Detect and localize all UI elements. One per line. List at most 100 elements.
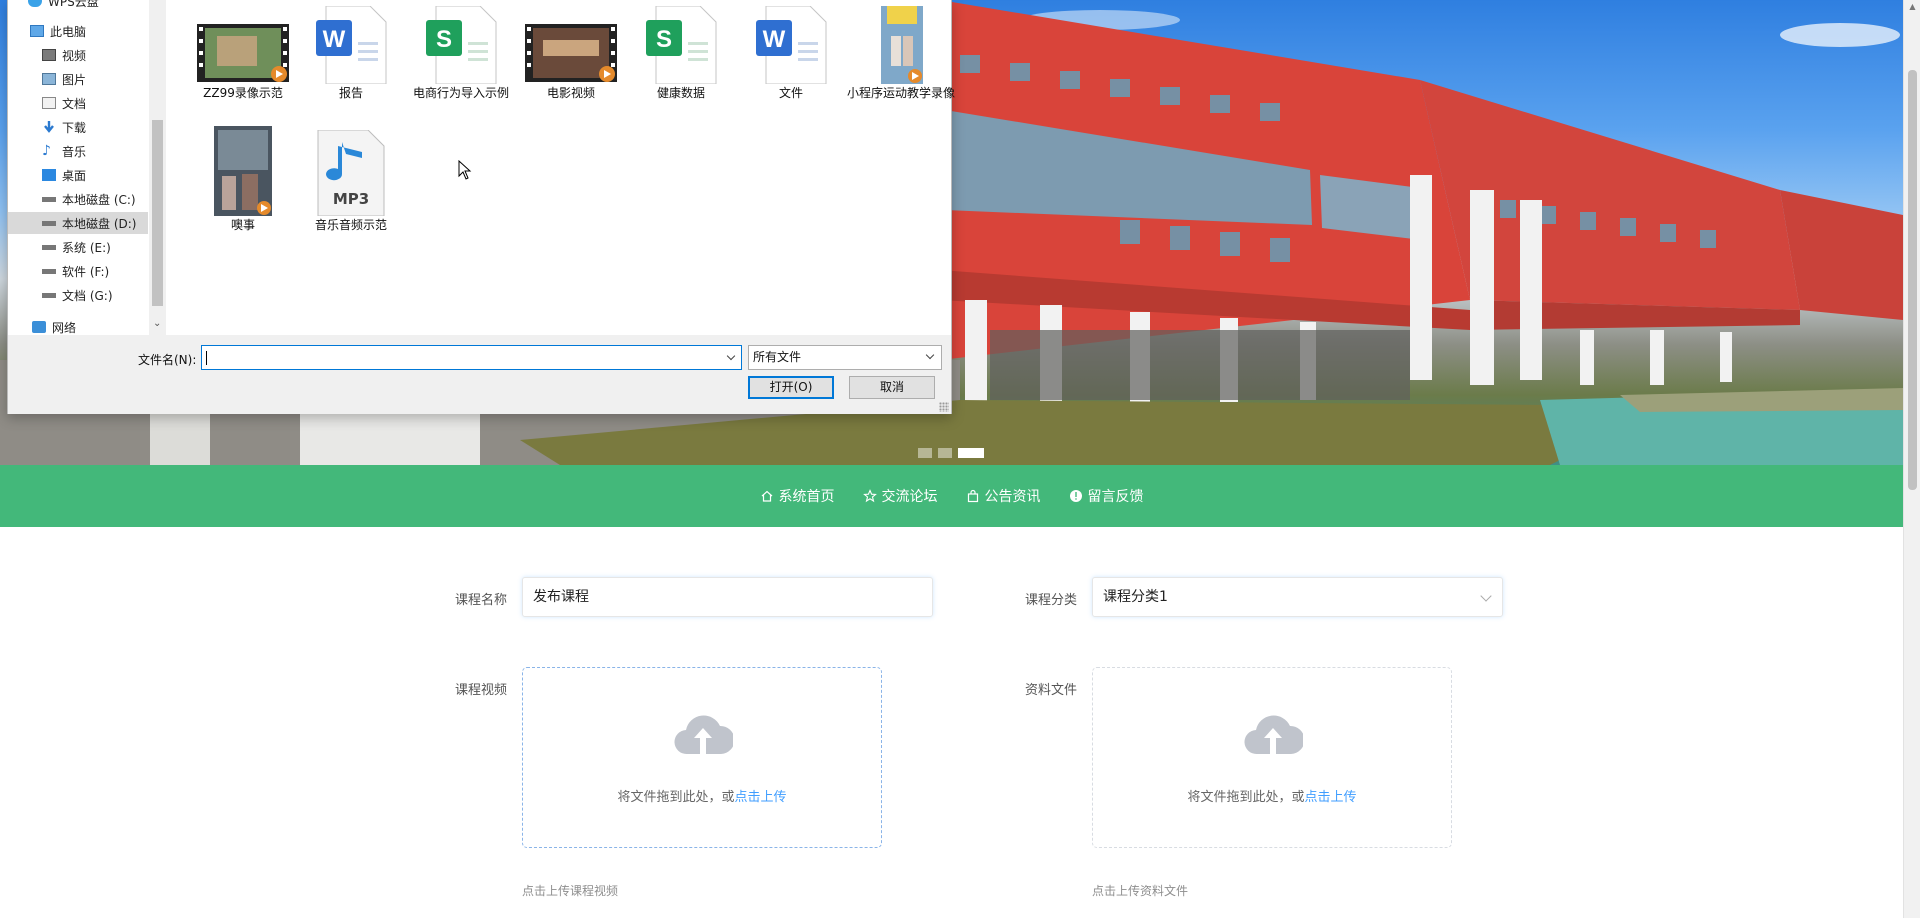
tree-item-label: 音乐 (62, 144, 87, 159)
tree-item-drive-f[interactable]: 软件 (F:) (8, 260, 148, 282)
word-file-icon: W (756, 6, 827, 84)
tree-item-this-pc[interactable]: 此电脑 (8, 20, 148, 42)
tree-item-label: 本地磁盘 (D:) (62, 216, 137, 231)
nav-item-label: 交流论坛 (881, 489, 938, 505)
tree-item-videos[interactable]: 视频 (8, 44, 148, 66)
cloud-upload-icon (674, 715, 733, 755)
pictures-folder-icon (42, 73, 56, 85)
file-item[interactable]: S 电商行为导入示例 (406, 6, 516, 101)
tree-scrollbar-thumb[interactable] (152, 120, 163, 306)
click-upload-link[interactable]: 点击上传 (735, 790, 787, 805)
main-nav: 系统首页 交流论坛 公告资讯 留言反馈 (0, 465, 1903, 527)
file-type-value: 所有文件 (753, 350, 802, 364)
page-scrollbar[interactable]: ▲ (1903, 0, 1920, 918)
download-icon (42, 121, 56, 133)
file-name: 音乐音频示范 (314, 218, 387, 232)
video-file-icon (197, 24, 289, 82)
open-button[interactable]: 打开(O) (748, 376, 834, 399)
video-upload-tip: 点击上传课程视频 (522, 884, 619, 898)
mp3-file-icon: MP3 (317, 130, 385, 216)
tree-item-drive-d[interactable]: 本地磁盘 (D:) (8, 212, 148, 234)
carousel-dots (918, 448, 984, 458)
file-item[interactable]: W 报告 (296, 6, 406, 101)
drive-icon (42, 220, 56, 226)
scroll-up-icon[interactable]: ▲ (1908, 2, 1917, 14)
tree-item-label: 此电脑 (50, 24, 87, 39)
course-category-label: 课程分类 (1025, 593, 1078, 608)
mouse-cursor-icon (458, 160, 472, 180)
tree-item-pictures[interactable]: 图片 (8, 68, 148, 90)
drive-icon (42, 268, 56, 274)
sheet-letter: S (656, 26, 672, 53)
tree-item-drive-g[interactable]: 文档 (G:) (8, 284, 148, 306)
tree-item-downloads[interactable]: 下载 (8, 116, 148, 138)
tree-item-label: 下载 (62, 120, 87, 135)
nav-item-label: 公告资讯 (984, 489, 1041, 505)
file-type-select[interactable]: 所有文件 (748, 345, 942, 370)
tree-item-label: 网络 (52, 320, 77, 335)
star-icon (862, 489, 877, 503)
tree-item-drive-c[interactable]: 本地磁盘 (C:) (8, 188, 148, 210)
word-file-icon: W (316, 6, 387, 84)
material-file-label: 资料文件 (1025, 683, 1078, 698)
info-icon (1069, 490, 1082, 502)
cloud-upload-icon (1244, 715, 1303, 755)
chevron-down-icon[interactable] (726, 351, 736, 361)
nav-item-feedback[interactable]: 留言反馈 (1069, 486, 1144, 506)
carousel-dot[interactable] (938, 448, 952, 458)
computer-icon (30, 25, 44, 37)
sheet-letter: S (436, 26, 452, 53)
tree-item-label: 软件 (F:) (62, 264, 110, 279)
dialog-footer: 文件名(N): 所有文件 打开(O) 取消 (8, 335, 951, 414)
spreadsheet-file-icon: S (646, 6, 717, 84)
file-name: 噢事 (230, 218, 255, 232)
file-open-dialog: WPS云盘 此电脑 视频 图片 文档 下载 ♪ 音乐 桌面 本地磁盘 (C:) … (7, 0, 955, 414)
nav-item-home[interactable]: 系统首页 (760, 486, 835, 506)
filename-input[interactable] (201, 345, 742, 370)
course-name-input[interactable]: 发布课程 (522, 577, 933, 617)
file-name: ZZ99录像示范 (203, 86, 283, 100)
cancel-button[interactable]: 取消 (849, 376, 935, 399)
file-item[interactable]: ZZ99录像示范 (188, 6, 298, 101)
tree-item-desktop[interactable]: 桌面 (8, 164, 148, 186)
folder-tree: WPS云盘 此电脑 视频 图片 文档 下载 ♪ 音乐 桌面 本地磁盘 (C:) … (8, 0, 148, 335)
file-name: 电商行为导入示例 (412, 86, 509, 100)
chevron-down-icon[interactable]: ⌄ (153, 318, 161, 329)
resize-grip-icon[interactable] (939, 402, 949, 412)
material-file-upload[interactable]: 将文件拖到此处，或点击上传 (1092, 667, 1452, 848)
file-item[interactable]: S 健康数据 (626, 6, 736, 101)
text-caret (206, 351, 207, 365)
page-scrollbar-thumb[interactable] (1908, 70, 1917, 490)
carousel-dot-active[interactable] (958, 448, 984, 458)
course-category-select[interactable]: 课程分类1 (1092, 577, 1503, 617)
carousel-dot[interactable] (918, 448, 932, 458)
video-file-icon (214, 126, 272, 216)
tree-item-wps-cloud[interactable]: WPS云盘 (8, 0, 148, 12)
tree-scrollbar[interactable]: ⌄ (149, 0, 166, 335)
upload-hint: 将文件拖到此处，或点击上传 (523, 786, 881, 805)
nav-item-forum[interactable]: 交流论坛 (862, 486, 938, 506)
tree-item-music[interactable]: ♪ 音乐 (8, 140, 148, 162)
bag-icon (967, 489, 978, 503)
file-name: 小程序运动教学录像 (846, 86, 955, 100)
upload-hint: 将文件拖到此处，或点击上传 (1093, 786, 1451, 805)
video-file-icon (525, 24, 617, 82)
video-folder-icon (42, 49, 56, 61)
tree-item-label: 本地磁盘 (C:) (62, 192, 136, 207)
file-item[interactable]: W 文件 (736, 6, 846, 101)
tree-item-label: 文档 (G:) (62, 288, 113, 303)
tree-item-documents[interactable]: 文档 (8, 92, 148, 114)
file-item[interactable]: 小程序运动教学录像 (846, 6, 956, 101)
tree-item-drive-e[interactable]: 系统 (E:) (8, 236, 148, 258)
nav-item-news[interactable]: 公告资讯 (966, 486, 1041, 506)
file-item[interactable]: 电影视频 (516, 6, 626, 101)
course-video-label: 课程视频 (455, 683, 508, 698)
chevron-down-icon (925, 350, 935, 360)
tree-item-label: 桌面 (62, 168, 87, 183)
file-item[interactable]: MP3 音乐音频示范 (296, 130, 406, 233)
file-item[interactable]: 噢事 (188, 126, 298, 233)
tree-item-label: 图片 (62, 72, 87, 87)
click-upload-link[interactable]: 点击上传 (1305, 790, 1357, 805)
file-name: 健康数据 (656, 86, 705, 100)
course-video-upload[interactable]: 将文件拖到此处，或点击上传 (522, 667, 882, 848)
